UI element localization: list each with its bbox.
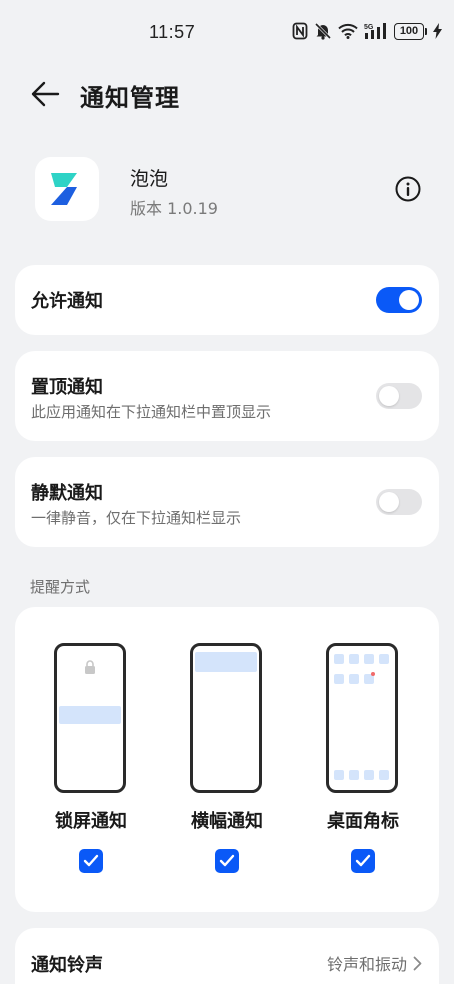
lockscreen-option-label: 锁屏通知: [55, 811, 127, 832]
reminder-section-label: 提醒方式: [30, 578, 91, 596]
info-icon: [395, 176, 421, 202]
lockscreen-checkbox[interactable]: [79, 849, 103, 873]
badge-option-label: 桌面角标: [327, 811, 399, 832]
pinned-notifications-desc: 此应用通知在下拉通知栏中置顶显示: [31, 403, 272, 421]
app-name: 泡泡: [130, 168, 169, 190]
status-icons: 5G 100: [292, 22, 442, 40]
reminder-style-card: 锁屏通知 横幅通知 桌面角标: [15, 607, 439, 912]
banner-notification-bar: [195, 652, 257, 672]
battery-level: 100: [394, 22, 424, 40]
back-button[interactable]: [30, 80, 60, 108]
checkmark-icon: [83, 854, 99, 867]
status-time: 11:57: [149, 22, 196, 42]
silent-notifications-toggle[interactable]: [376, 489, 422, 515]
allow-notifications-toggle[interactable]: [376, 287, 422, 313]
silent-notifications-row[interactable]: 静默通知 一律静音，仅在下拉通知栏显示: [15, 457, 439, 547]
ringtone-value-group: 铃声和振动: [327, 951, 422, 975]
lockscreen-notification-bar: [59, 706, 121, 724]
battery-icon: 100: [394, 22, 427, 40]
page-title: 通知管理: [80, 84, 180, 112]
app-version: 版本 1.0.19: [130, 199, 218, 218]
status-bar: 11:57 5G 100: [0, 0, 454, 66]
allow-notifications-label: 允许通知: [31, 291, 103, 312]
info-button[interactable]: [395, 176, 421, 202]
allow-notifications-row[interactable]: 允许通知: [15, 265, 439, 335]
badge-preview[interactable]: [326, 643, 398, 793]
checkmark-icon: [219, 854, 235, 867]
silent-notifications-desc: 一律静音，仅在下拉通知栏显示: [31, 509, 242, 527]
lock-icon: [85, 660, 95, 674]
ringtone-value: 铃声和振动: [326, 955, 407, 974]
nfc-icon: [292, 22, 308, 40]
charging-icon: [433, 23, 442, 39]
ringtone-label: 通知铃声: [31, 955, 103, 976]
pinned-notifications-toggle[interactable]: [376, 383, 422, 409]
banner-preview[interactable]: [190, 643, 262, 793]
banner-checkbox[interactable]: [215, 849, 239, 873]
ringtone-row[interactable]: 通知铃声 铃声和振动: [15, 928, 439, 984]
badge-checkbox[interactable]: [351, 849, 375, 873]
pinned-notifications-label: 置顶通知: [31, 377, 103, 398]
svg-text:5G: 5G: [364, 24, 374, 31]
wifi-icon: [338, 23, 358, 39]
arrow-left-icon: [31, 81, 60, 107]
silent-notifications-label: 静默通知: [31, 483, 103, 504]
5g-signal-icon: 5G: [364, 22, 388, 40]
checkmark-icon: [355, 854, 371, 867]
banner-option-label: 横幅通知: [191, 811, 263, 832]
mute-icon: [314, 22, 332, 40]
chevron-right-icon: [413, 956, 422, 970]
lockscreen-preview[interactable]: [54, 643, 126, 793]
app-icon: [35, 157, 99, 221]
badge-dot-icon: [371, 672, 375, 676]
pinned-notifications-row[interactable]: 置顶通知 此应用通知在下拉通知栏中置顶显示: [15, 351, 439, 441]
